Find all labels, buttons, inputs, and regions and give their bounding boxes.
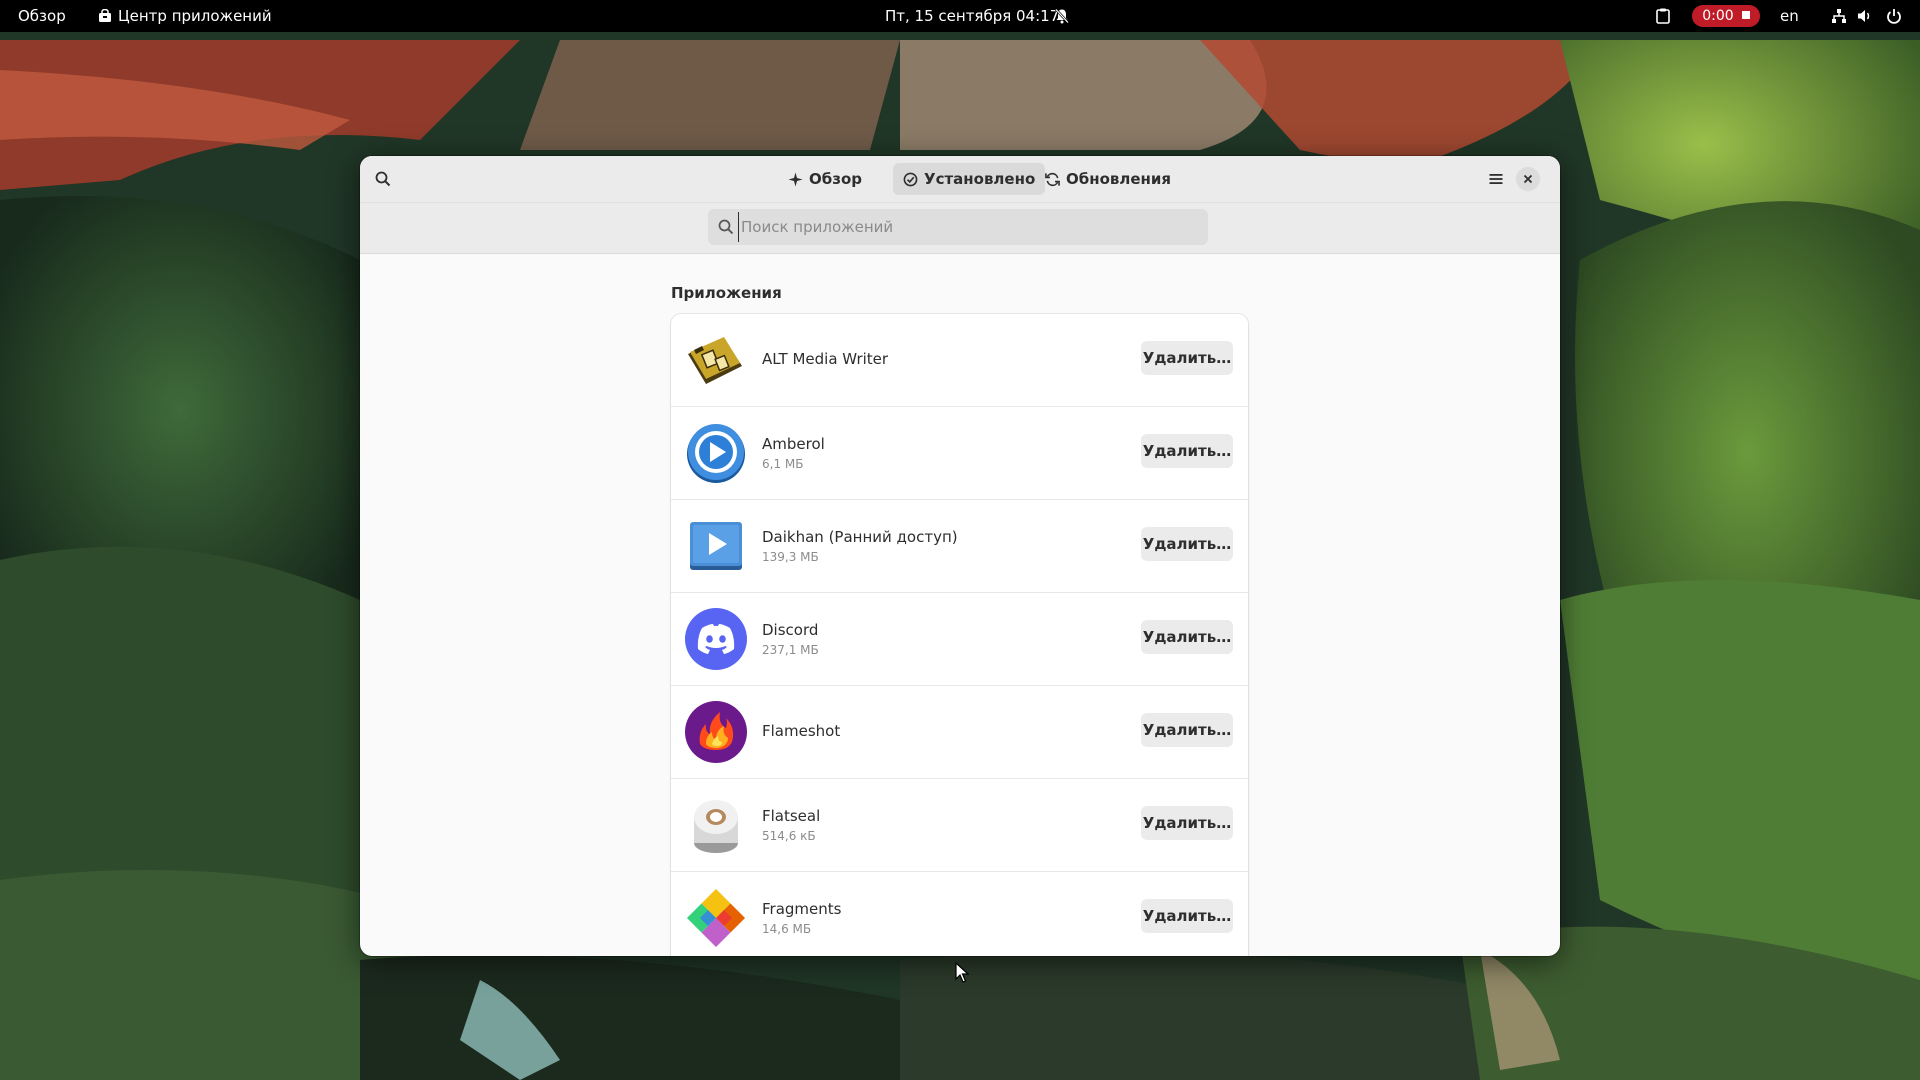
remove-button[interactable]: Удалить… [1141,620,1233,654]
top-bar: Обзор Центр приложений Пт, 15 сентября 0… [0,0,1920,32]
keyboard-layout-indicator[interactable]: en [1780,0,1799,32]
close-button[interactable] [1516,167,1540,191]
app-size: 6,1 МБ [762,457,804,471]
remove-button[interactable]: Удалить… [1141,806,1233,840]
amberol-icon [687,424,745,483]
app-size: 14,6 МБ [762,922,812,936]
stop-icon[interactable] [1741,11,1750,19]
activities-button[interactable]: Обзор [18,0,66,32]
clock[interactable]: Пт, 15 сентября 04:17 [885,0,1059,32]
tab-installed-label: Установлено [924,170,1036,188]
search-icon [375,171,391,187]
app-menu-label: Центр приложений [118,7,272,25]
close-icon [1523,174,1533,184]
hamburger-menu-icon [1489,174,1503,184]
app-row-discord[interactable]: Discord 237,1 МБ Удалить… [671,593,1248,686]
tab-updates-label: Обновления [1066,170,1172,188]
remove-button[interactable]: Удалить… [1141,434,1233,468]
app-name: Fragments [762,900,842,918]
app-row-daikhan[interactable]: Daikhan (Ранний доступ) 139,3 МБ Удалить… [671,500,1248,593]
screen-recording-indicator[interactable]: 0:00 [1692,5,1760,27]
power-icon[interactable] [1886,8,1902,24]
search-toggle-button[interactable] [367,163,399,195]
app-row-flatseal[interactable]: Flatseal 514,6 кБ Удалить… [671,779,1248,872]
app-name: Flatseal [762,807,821,825]
alt-media-writer-icon [688,337,742,384]
search-bar [360,203,1560,254]
search-icon [718,219,734,235]
main-menu-button[interactable] [1480,163,1512,195]
app-row-amberol[interactable]: Amberol 6,1 МБ Удалить… [671,407,1248,500]
app-name: Amberol [762,435,825,453]
check-circle-icon [903,172,918,187]
remove-button[interactable]: Удалить… [1141,341,1233,375]
clipboard-icon[interactable] [1656,8,1670,24]
refresh-icon [1045,172,1060,187]
remove-button[interactable]: Удалить… [1141,713,1233,747]
sparkle-icon [788,172,803,187]
section-title: Приложения [671,284,782,302]
app-name: Discord [762,621,819,639]
app-row-alt-media-writer[interactable]: ALT Media Writer Удалить… [671,314,1248,407]
software-center-window: Обзор Установлено Обновления Приложения [360,156,1560,956]
app-name: Flameshot [762,722,841,740]
volume-icon[interactable] [1857,8,1873,24]
network-icon[interactable] [1831,8,1847,24]
app-size: 237,1 МБ [762,643,819,657]
header-bar: Обзор Установлено Обновления [360,156,1560,203]
app-menu-button[interactable]: Центр приложений [98,0,272,32]
discord-icon [685,608,747,670]
app-name: ALT Media Writer [762,350,889,368]
software-bag-icon [99,8,111,22]
tab-overview[interactable]: Обзор [778,163,872,195]
search-input[interactable] [738,212,1201,242]
recording-time: 0:00 [1702,8,1734,24]
app-row-flameshot[interactable]: Flameshot Удалить… [671,686,1248,779]
app-name: Daikhan (Ранний доступ) [762,528,958,546]
remove-button[interactable]: Удалить… [1141,899,1233,933]
app-row-fragments[interactable]: Fragments 14,6 МБ Удалить… [671,872,1248,956]
tab-installed[interactable]: Установлено [893,163,1046,195]
mouse-pointer-icon [955,962,969,983]
daikhan-icon [690,522,742,570]
fragments-icon [687,889,745,947]
app-size: 514,6 кБ [762,829,816,843]
app-size: 139,3 МБ [762,550,819,564]
flatseal-icon [694,800,738,853]
flameshot-icon [685,701,747,763]
installed-app-list: ALT Media Writer Удалить… Amberol 6,1 МБ… [671,314,1248,956]
installed-page: Приложения ALT Media Writer Удалить… Amb… [360,254,1560,956]
remove-button[interactable]: Удалить… [1141,527,1233,561]
tab-updates[interactable]: Обновления [1035,163,1181,195]
bell-muted-icon [1054,8,1070,24]
search-field[interactable] [708,209,1208,245]
tab-overview-label: Обзор [809,170,862,188]
